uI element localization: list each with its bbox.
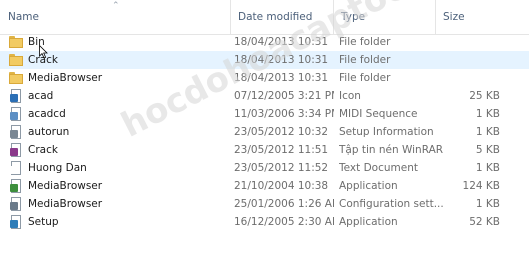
file-name: autorun xyxy=(28,126,70,138)
file-type: File folder xyxy=(339,36,391,48)
file-size: 1 KB xyxy=(475,162,500,174)
winrar-archive-icon xyxy=(9,143,23,157)
file-size: 1 KB xyxy=(475,108,500,120)
file-name: Setup xyxy=(28,216,59,228)
column-header-date-modified[interactable]: Date modified xyxy=(230,0,333,34)
file-date-modified: 18/04/2013 10:31 xyxy=(234,72,329,84)
file-type: MIDI Sequence xyxy=(339,108,418,120)
mouse-pointer-icon xyxy=(39,45,48,59)
column-header-name[interactable]: Name xyxy=(0,0,230,34)
icon-file-icon xyxy=(9,89,23,103)
file-size: 124 KB xyxy=(462,180,500,192)
file-row[interactable]: Crack 18/04/2013 10:31 File folder xyxy=(0,51,529,69)
file-type: Text Document xyxy=(339,162,418,174)
file-name: acad xyxy=(28,90,54,102)
folder-icon xyxy=(9,71,23,85)
setup-info-icon xyxy=(9,125,23,139)
file-date-modified: 25/01/2006 1:26 AM xyxy=(234,198,334,210)
file-name: Huong Dan xyxy=(28,162,87,174)
file-row[interactable]: Huong Dan 23/05/2012 11:52 Text Document 1 … xyxy=(0,159,529,177)
file-row[interactable]: MediaBrowser 18/04/2013 10:31 File folder xyxy=(0,69,529,87)
column-header-type[interactable]: Type xyxy=(333,0,435,34)
file-size: 25 KB xyxy=(469,90,500,102)
file-row[interactable]: MediaBrowser 21/10/2004 10:38 Application 1… xyxy=(0,177,529,195)
file-type: Configuration sett... xyxy=(339,198,444,210)
file-date-modified: 16/12/2005 2:30 AM xyxy=(234,216,334,228)
file-row[interactable]: MediaBrowser 25/01/2006 1:26 AM Configurat… xyxy=(0,195,529,213)
file-row[interactable]: Crack 23/05/2012 11:51 Tập tin nén WinRAR 5… xyxy=(0,141,529,159)
file-date-modified: 18/04/2013 10:31 xyxy=(234,54,329,66)
file-name: MediaBrowser xyxy=(28,198,103,210)
file-size: 5 KB xyxy=(475,144,500,156)
file-row[interactable]: autorun 23/05/2012 10:32 Setup Information… xyxy=(0,123,529,141)
midi-file-icon xyxy=(9,107,23,121)
file-type: File folder xyxy=(339,54,391,66)
file-name: Bin xyxy=(28,36,45,48)
file-date-modified: 23/05/2012 11:52 xyxy=(234,162,329,174)
file-date-modified: 18/04/2013 10:31 xyxy=(234,36,329,48)
file-row[interactable]: Setup 16/12/2005 2:30 AM Application 52 KB xyxy=(0,213,529,231)
file-date-modified: 23/05/2012 11:51 xyxy=(234,144,329,156)
folder-icon xyxy=(9,35,23,49)
file-type: Application xyxy=(339,216,398,228)
folder-icon xyxy=(9,53,23,67)
file-name: acadcd xyxy=(28,108,66,120)
file-size: 1 KB xyxy=(475,126,500,138)
file-size: 52 KB xyxy=(469,216,500,228)
file-name: MediaBrowser xyxy=(28,180,103,192)
setup-application-icon xyxy=(9,215,23,229)
file-size: 1 KB xyxy=(475,198,500,210)
file-date-modified: 11/03/2006 3:34 PM xyxy=(234,108,334,120)
application-icon xyxy=(9,179,23,193)
file-row[interactable]: acadcd 11/03/2006 3:34 PM MIDI Sequence 1 K… xyxy=(0,105,529,123)
file-name: Crack xyxy=(28,54,58,66)
file-type: Application xyxy=(339,180,398,192)
file-row[interactable]: Bin 18/04/2013 10:31 File folder xyxy=(0,33,529,51)
file-size xyxy=(440,33,500,51)
file-row[interactable]: acad 07/12/2005 3:21 PM Icon 25 KB xyxy=(0,87,529,105)
column-header-size[interactable]: Size xyxy=(435,0,529,34)
file-type: Icon xyxy=(339,90,361,102)
file-date-modified: 23/05/2012 10:32 xyxy=(234,126,329,138)
file-size xyxy=(440,51,500,69)
file-name: Crack xyxy=(28,144,58,156)
file-date-modified: 07/12/2005 3:21 PM xyxy=(234,90,334,102)
config-file-icon xyxy=(9,197,23,211)
file-date-modified: 21/10/2004 10:38 xyxy=(234,180,329,192)
file-name: MediaBrowser xyxy=(28,72,103,84)
file-type: File folder xyxy=(339,72,391,84)
text-document-icon xyxy=(9,161,23,175)
column-header-bar: ⌃ Name Date modified Type Size xyxy=(0,0,529,35)
file-type: Tập tin nén WinRAR xyxy=(339,144,444,156)
file-size xyxy=(440,69,500,87)
file-type: Setup Information xyxy=(339,126,434,138)
